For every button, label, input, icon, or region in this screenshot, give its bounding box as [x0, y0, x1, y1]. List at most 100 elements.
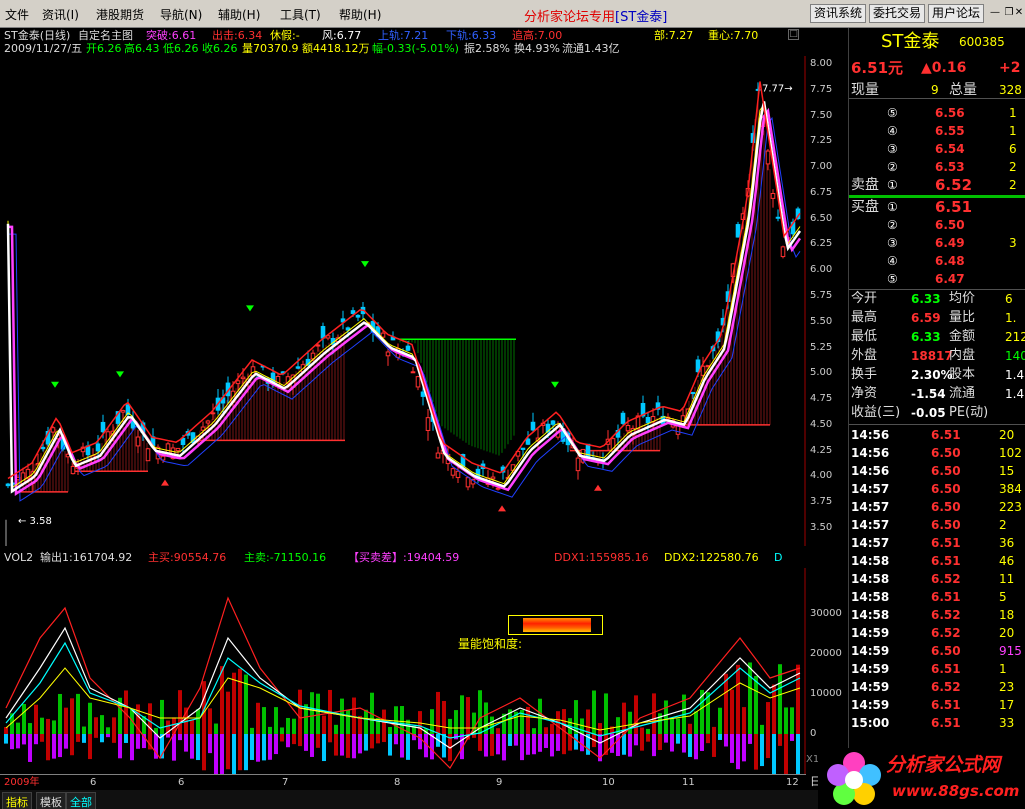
vol-bar-down [724, 734, 728, 747]
stat-key2: 股本 [949, 367, 976, 382]
candle-body [550, 420, 556, 425]
tick-price: 6.52 [931, 626, 961, 640]
trade-button[interactable]: 委托交易 [869, 4, 925, 23]
tick-time: 14:59 [851, 680, 890, 694]
chart-area[interactable]: ST金泰(日线) 自定名主图 突破:6.61 出击:6.34 休假:- 风:6.… [0, 28, 848, 790]
vol-bar-down [358, 734, 362, 754]
vol-bar-up [496, 728, 500, 734]
volume-tick: 20000 [810, 648, 842, 659]
vol-bar-down [310, 734, 314, 757]
vol-bar-down [364, 734, 368, 751]
candle-body [780, 246, 786, 258]
vol-bar-down [742, 734, 746, 762]
quote-xianliang: 9 [931, 83, 939, 97]
candle-body [770, 192, 776, 199]
tick-price: 6.51 [931, 716, 961, 730]
candle-body [490, 476, 496, 480]
menu-tools[interactable]: 工具(T) [280, 6, 321, 23]
vol-bar-down [214, 734, 218, 774]
info-system-button[interactable]: 资讯系统 [810, 4, 866, 23]
x-label-m6a: 6 [90, 777, 97, 788]
vol-bar-down [766, 734, 770, 759]
vol-bar-down [760, 734, 764, 767]
menu-navigate[interactable]: 导航(N) [160, 6, 202, 23]
bid-price: 6.48 [935, 254, 965, 268]
bid-price: 6.51 [935, 198, 973, 216]
tick-price: 6.51 [931, 536, 961, 550]
vol-bar-down [64, 734, 68, 749]
close-icon[interactable]: ✕ [1014, 8, 1024, 18]
tab-indicator[interactable]: 指标 [2, 792, 32, 809]
tick-row: 14:57 6.51 36 [849, 534, 1025, 552]
bid-row: ⑤ 6.47 [849, 270, 1025, 288]
forum-button[interactable]: 用户论坛 [928, 4, 984, 23]
price-chart[interactable]: ← 3.58 7.77→ [0, 56, 806, 546]
vol-out1: 输出1:161704.92 [40, 551, 133, 564]
vol-bar-down [478, 734, 482, 751]
max-price-label: 7.77→ [762, 84, 793, 95]
minimize-icon[interactable]: — [990, 8, 1000, 18]
volume-tick: 0 [810, 728, 817, 739]
site-logo: 分析家公式网 www.88gs.com [818, 748, 1025, 809]
tab-template[interactable]: 模板 [36, 792, 66, 809]
price-tick: 7.75 [810, 83, 833, 95]
candle-body [435, 452, 441, 459]
menu-info[interactable]: 资讯(I) [42, 6, 79, 23]
tab-all[interactable]: 全部 [66, 792, 96, 809]
logo-text: 分析家公式网 [886, 754, 1001, 776]
vol-bar-up [34, 704, 38, 734]
vol-bar-up [298, 689, 302, 734]
chart-open: 开6.26 [86, 42, 122, 55]
volume-chart[interactable] [0, 568, 806, 774]
vol-bar-up [724, 673, 728, 734]
vol-bar-up [790, 707, 794, 734]
bid-row: ④ 6.48 [849, 252, 1025, 270]
ask-level: ③ [887, 142, 898, 156]
stat-row: 最低 6.33 金额 2127 [849, 328, 1025, 346]
vol-bar-down [664, 734, 668, 743]
vol-bar-up [70, 698, 74, 734]
vol-bar-up [394, 706, 398, 734]
restore-icon[interactable]: ❐ [1004, 8, 1014, 18]
candle-body [100, 421, 106, 433]
vol-maimaicha: 【买卖差】:19404.59 [348, 551, 460, 564]
ask-volume: 6 [1009, 142, 1017, 156]
top-arrow-icon [361, 261, 369, 268]
vol-bar-up [4, 727, 8, 734]
vol-bar-down [268, 734, 272, 760]
menu-file[interactable]: 文件 [5, 6, 29, 23]
ask-volume: 2 [1009, 178, 1017, 192]
vol-bar-down [124, 734, 128, 743]
tick-row: 14:59 6.50 915 [849, 642, 1025, 660]
vol-bar-down [352, 734, 356, 759]
volume-axis: 30000 20000 10000 0 [806, 568, 848, 774]
vol-bar-up [94, 717, 98, 734]
stat-key: 换手 [851, 367, 878, 382]
bid-volume: 3 [1009, 236, 1017, 250]
quote-title-row: ST金泰 600385 [849, 30, 1025, 54]
vol-bar-down [406, 734, 410, 760]
vol-bar-up [364, 709, 368, 734]
tick-row: 14:59 6.52 23 [849, 678, 1025, 696]
price-tick: 5.75 [810, 290, 833, 301]
vol-bar-up [160, 699, 164, 734]
vol-bar-down [508, 734, 512, 746]
vol-bar-up [604, 693, 608, 734]
tick-price: 6.51 [931, 698, 961, 712]
menu-help[interactable]: 帮助(H) [339, 6, 381, 23]
ma-blue [8, 116, 801, 502]
vol-bar-down [76, 734, 80, 742]
menu-hk-futures[interactable]: 港股期货 [96, 6, 144, 23]
vol-bar-up [220, 666, 224, 734]
x-label-m12: 12 [786, 777, 799, 788]
top-arrow-icon [551, 381, 559, 388]
vol-bar-down [304, 734, 308, 751]
vol-bar-up [448, 718, 452, 734]
bid-price: 6.50 [935, 218, 965, 232]
tick-row: 14:56 6.50 102 [849, 444, 1025, 462]
chart-restore-icon[interactable]: □ [788, 29, 799, 40]
vol-bar-down [16, 734, 20, 749]
menu-assist[interactable]: 辅助(H) [218, 6, 260, 23]
vol-bar-down [178, 734, 182, 741]
vol-bar-up [196, 709, 200, 734]
